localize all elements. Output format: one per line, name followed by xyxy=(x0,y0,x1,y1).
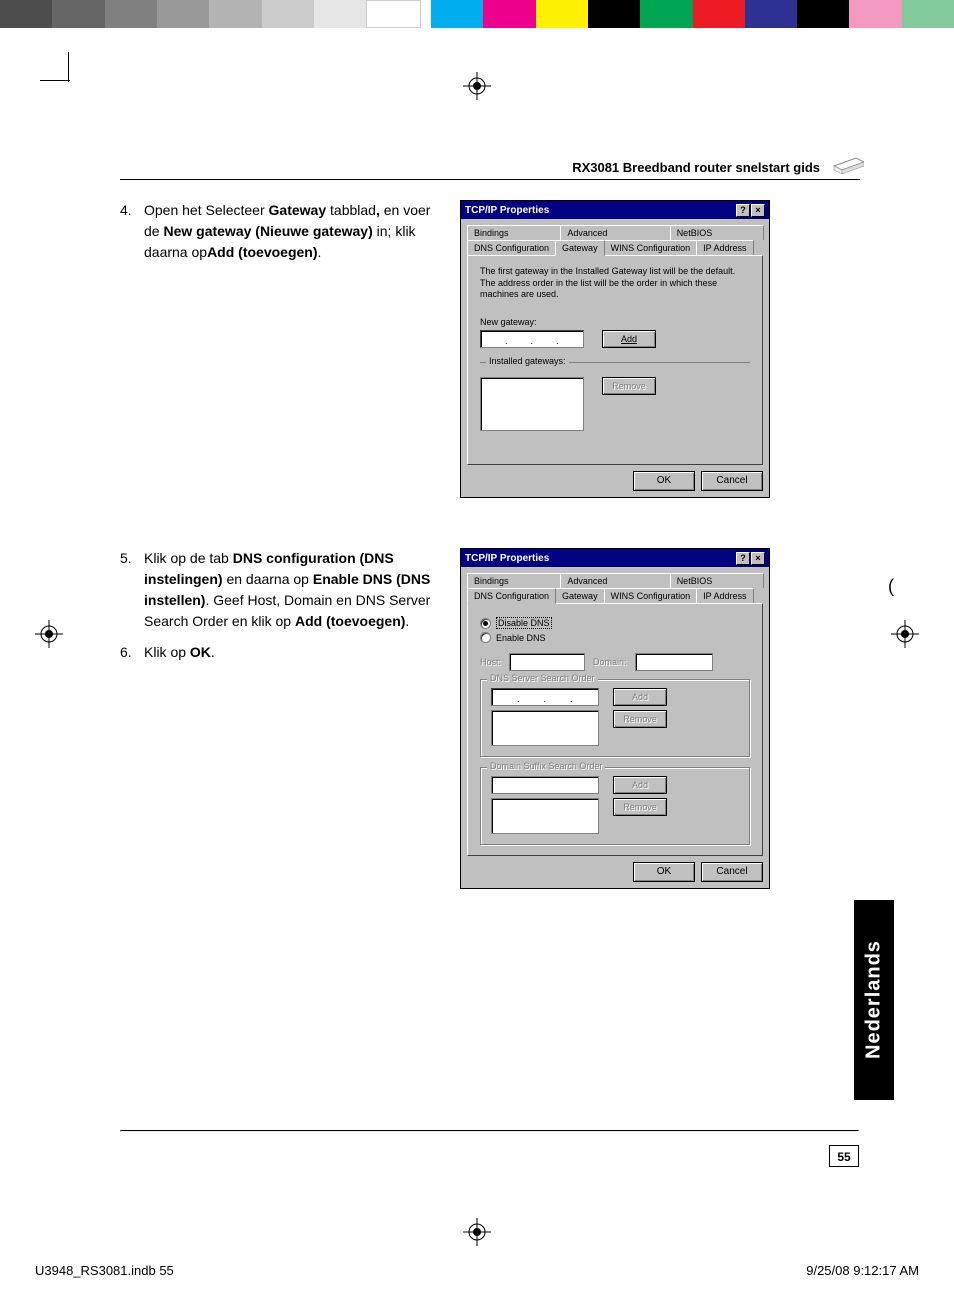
registration-mark-icon xyxy=(35,620,63,648)
crop-mark xyxy=(68,52,69,82)
add-gateway-button[interactable]: Add xyxy=(602,330,656,348)
dialog-titlebar: TCP/IP Properties ? × xyxy=(461,549,769,567)
tab-advanced[interactable]: Advanced xyxy=(560,225,670,240)
installed-gateways-label: Installed gateways: xyxy=(486,356,569,366)
help-button[interactable]: ? xyxy=(736,552,750,565)
domain-input[interactable] xyxy=(635,653,713,671)
instruction-step-4: 4.Open het Selecteer Gateway tabblad, en… xyxy=(120,200,440,498)
tab-advanced[interactable]: Advanced xyxy=(560,573,670,588)
tab-gateway[interactable]: Gateway xyxy=(555,588,605,603)
footer-rule xyxy=(120,1130,859,1132)
close-button[interactable]: × xyxy=(751,204,765,217)
instruction-step-6: 6.Klik op OK. xyxy=(120,642,440,663)
dns-server-list[interactable] xyxy=(491,710,599,746)
ok-button[interactable]: OK xyxy=(633,471,695,491)
host-input[interactable] xyxy=(509,653,585,671)
tab-bindings[interactable]: Bindings xyxy=(467,573,561,588)
add-dns-button[interactable]: Add xyxy=(613,688,667,706)
add-suffix-button[interactable]: Add xyxy=(613,776,667,794)
crop-mark xyxy=(40,80,70,81)
disable-dns-radio[interactable]: Disable DNS xyxy=(480,617,750,629)
dialog-titlebar: TCP/IP Properties ? × xyxy=(461,201,769,219)
cancel-button[interactable]: Cancel xyxy=(701,862,763,882)
tab-dns-configuration[interactable]: DNS Configuration xyxy=(467,240,556,255)
remove-gateway-button[interactable]: Remove xyxy=(602,377,656,395)
print-footer-file: U3948_RS3081.indb 55 xyxy=(35,1263,174,1278)
remove-dns-button[interactable]: Remove xyxy=(613,710,667,728)
domain-suffix-label: Domain Suffix Search Order xyxy=(487,761,605,771)
registration-mark-icon xyxy=(891,620,919,648)
tab-wins-configuration[interactable]: WINS Configuration xyxy=(604,588,698,603)
dialog-title: TCP/IP Properties xyxy=(465,205,549,216)
new-gateway-label: New gateway: xyxy=(480,317,750,327)
language-tab: Nederlands xyxy=(854,900,894,1100)
tab-gateway[interactable]: Gateway xyxy=(555,240,605,256)
remove-suffix-button[interactable]: Remove xyxy=(613,798,667,816)
dialog-title: TCP/IP Properties xyxy=(465,553,549,564)
printer-color-bar xyxy=(0,0,954,28)
close-button[interactable]: × xyxy=(751,552,765,565)
installed-gateways-list[interactable] xyxy=(480,377,584,431)
tab-netbios[interactable]: NetBIOS xyxy=(670,225,764,240)
domain-label: Domain: xyxy=(593,657,627,667)
tcpip-properties-dialog-gateway: TCP/IP Properties ? × Bindings Advanced … xyxy=(460,200,770,498)
host-label: Host: xyxy=(480,657,501,667)
registration-mark-icon xyxy=(463,1218,491,1246)
enable-dns-radio[interactable]: Enable DNS xyxy=(480,632,750,643)
gateway-description: The first gateway in the Installed Gatew… xyxy=(480,266,750,301)
tcpip-properties-dialog-dns: TCP/IP Properties ? × Bindings Advanced … xyxy=(460,548,770,889)
dns-search-order-label: DNS Server Search Order xyxy=(487,673,598,683)
print-footer-timestamp: 9/25/08 9:12:17 AM xyxy=(806,1263,919,1278)
page-number: 55 xyxy=(829,1145,859,1167)
tab-bindings[interactable]: Bindings xyxy=(467,225,561,240)
stray-parenthesis: ( xyxy=(888,576,894,597)
cancel-button[interactable]: Cancel xyxy=(701,471,763,491)
registration-mark-icon xyxy=(463,72,491,100)
page-header-title: RX3081 Breedband router snelstart gids xyxy=(120,160,860,175)
header-rule xyxy=(120,179,860,180)
tab-ip-address[interactable]: IP Address xyxy=(696,588,753,603)
tab-wins-configuration[interactable]: WINS Configuration xyxy=(604,240,698,255)
instruction-step-5: 5.Klik op de tab DNS configuration (DNS … xyxy=(120,548,440,632)
new-gateway-input[interactable] xyxy=(480,330,584,348)
print-footer: U3948_RS3081.indb 55 9/25/08 9:12:17 AM xyxy=(35,1263,919,1278)
tab-dns-configuration[interactable]: DNS Configuration xyxy=(467,588,556,604)
domain-suffix-list[interactable] xyxy=(491,798,599,834)
tab-netbios[interactable]: NetBIOS xyxy=(670,573,764,588)
ok-button[interactable]: OK xyxy=(633,862,695,882)
help-button[interactable]: ? xyxy=(736,204,750,217)
dns-server-input[interactable] xyxy=(491,688,599,706)
domain-suffix-input[interactable] xyxy=(491,776,599,794)
tab-ip-address[interactable]: IP Address xyxy=(696,240,753,255)
